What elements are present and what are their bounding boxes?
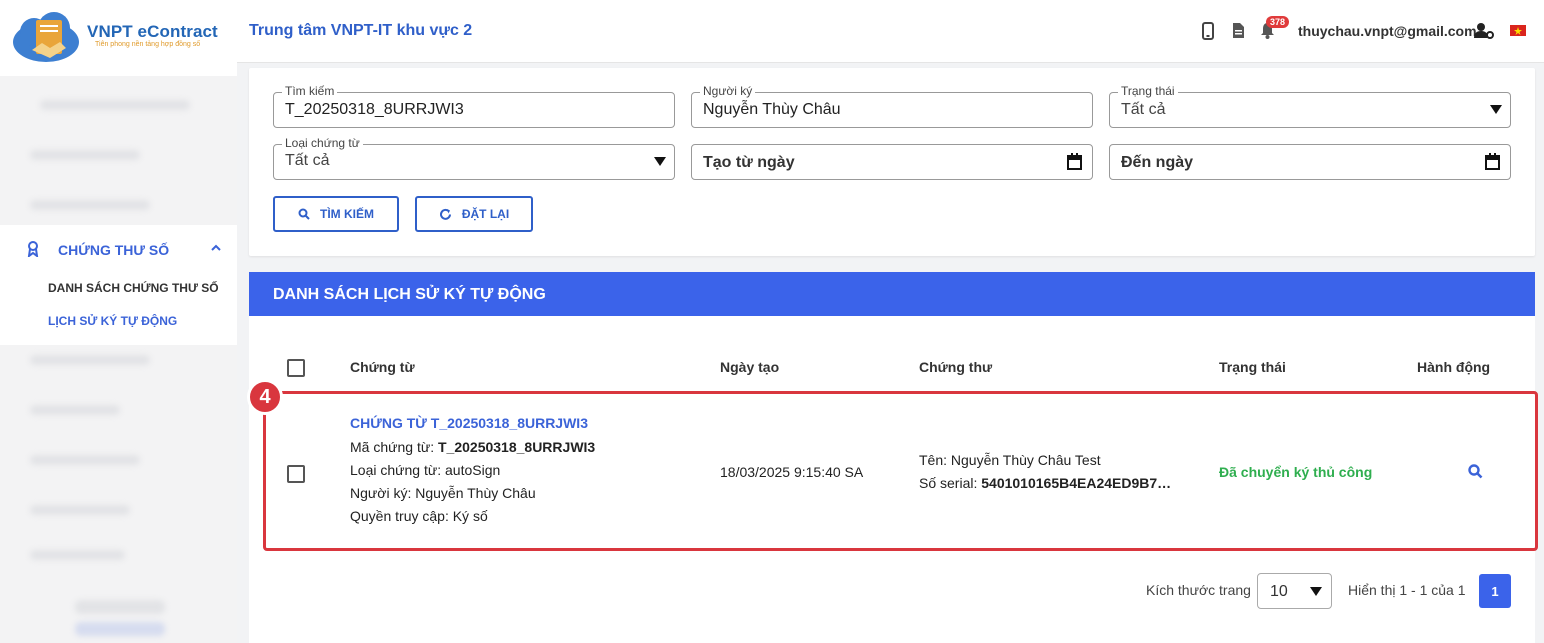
top-bar: Trung tâm VNPT-IT khu vực 2 378 thuychau… [237, 0, 1544, 63]
doc-type-select-label: Loại chứng từ [282, 136, 363, 150]
dropdown-caret-icon [654, 157, 666, 166]
user-settings-icon[interactable] [1474, 22, 1494, 39]
search-button[interactable]: TÌM KIẾM [273, 196, 399, 232]
search-field-label: Tìm kiếm [282, 84, 338, 98]
sidebar-blurred-item[interactable] [30, 200, 150, 210]
chevron-up-icon[interactable] [210, 243, 222, 253]
step-number-badge: 4 [247, 379, 283, 415]
document-icon[interactable] [1232, 22, 1245, 39]
signer-input-value[interactable]: Nguyễn Thùy Châu [703, 101, 841, 119]
doc-type-select[interactable]: Loại chứng từ Tất cả [273, 136, 675, 180]
notification-count-badge: 378 [1266, 16, 1290, 28]
column-header-certificate[interactable]: Chứng thư [919, 359, 992, 375]
sidebar-blurred-item[interactable] [30, 405, 120, 415]
sidebar-blurred-item[interactable] [40, 100, 190, 110]
sidebar-section-certificates[interactable]: CHỨNG THƯ SỐ [0, 240, 237, 258]
column-header-document[interactable]: Chứng từ [350, 359, 415, 375]
column-header-status[interactable]: Trạng thái [1219, 359, 1286, 375]
column-header-created[interactable]: Ngày tạo [720, 359, 779, 375]
sidebar-blurred-item[interactable] [30, 505, 130, 515]
reset-button-label: ĐẶT LẠI [461, 207, 510, 221]
calendar-icon[interactable] [1067, 153, 1082, 170]
user-email[interactable]: thuychau.vnpt@gmail.com [1298, 23, 1477, 39]
sidebar-blurred-item [75, 600, 165, 614]
refresh-icon [439, 208, 451, 220]
from-date-field[interactable]: Tạo từ ngày [691, 144, 1093, 180]
brand-logo[interactable]: VNPT eContract Tiên phong nền tảng hợp đ… [0, 0, 237, 76]
cloud-contract-logo-icon [13, 12, 79, 62]
page-size-value: 10 [1270, 583, 1288, 600]
status-select[interactable]: Trạng thái Tất cả [1109, 84, 1511, 128]
signer-field[interactable]: Người ký Nguyễn Thùy Châu [691, 84, 1093, 128]
certificate-ribbon-icon [27, 241, 39, 257]
mobile-phone-icon[interactable] [1202, 22, 1214, 40]
reset-button[interactable]: ĐẶT LẠI [415, 196, 533, 232]
sidebar-blurred-item [75, 622, 165, 636]
status-select-value: Tất cả [1121, 101, 1166, 118]
search-button-label: TÌM KIẾM [320, 207, 374, 221]
sidebar: VNPT eContract Tiên phong nền tảng hợp đ… [0, 0, 237, 643]
to-date-field[interactable]: Đến ngày [1109, 144, 1511, 180]
select-all-checkbox[interactable] [287, 359, 305, 377]
calendar-icon[interactable] [1485, 153, 1500, 170]
sidebar-blurred-item[interactable] [30, 550, 125, 560]
brand-tagline: Tiên phong nền tảng hợp đồng số [95, 41, 201, 48]
sidebar-blurred-item[interactable] [30, 455, 140, 465]
search-field[interactable]: Tìm kiếm T_20250318_8URRJWI3 [273, 84, 675, 128]
sidebar-blurred-item[interactable] [30, 150, 140, 160]
pagination-summary: Hiển thị 1 - 1 của 1 [1348, 582, 1466, 598]
page-size-select[interactable]: 10 [1257, 573, 1332, 609]
doc-type-select-value: Tất cả [285, 152, 330, 169]
highlight-annotation-box [263, 391, 1538, 551]
from-date-placeholder: Tạo từ ngày [703, 154, 795, 171]
sidebar-item-certificate-list[interactable]: DANH SÁCH CHỨNG THƯ SỐ [48, 281, 219, 295]
history-list-header: DANH SÁCH LỊCH SỬ KÝ TỰ ĐỘNG [249, 272, 1535, 316]
page-size-label: Kích thước trang [1146, 582, 1251, 598]
sidebar-item-auto-sign-history[interactable]: LỊCH SỬ KÝ TỰ ĐỘNG [48, 314, 177, 328]
dropdown-caret-icon [1310, 587, 1322, 596]
column-header-actions: Hành động [1417, 359, 1491, 375]
search-input-value[interactable]: T_20250318_8URRJWI3 [285, 101, 464, 119]
history-list-title: DANH SÁCH LỊCH SỬ KÝ TỰ ĐỘNG [273, 286, 546, 303]
to-date-placeholder: Đến ngày [1121, 154, 1194, 171]
sidebar-blurred-item[interactable] [30, 355, 150, 365]
brand-name: VNPT eContract [87, 22, 218, 41]
search-icon [298, 208, 310, 220]
page-button-current[interactable]: 1 [1479, 574, 1511, 608]
signer-field-label: Người ký [700, 84, 756, 98]
vietnam-flag-icon[interactable] [1510, 25, 1526, 36]
status-select-label: Trạng thái [1118, 84, 1178, 98]
dropdown-caret-icon [1490, 105, 1502, 114]
filter-panel: Tìm kiếm T_20250318_8URRJWI3 Người ký Ng… [249, 68, 1535, 256]
organization-title: Trung tâm VNPT-IT khu vực 2 [249, 22, 473, 39]
sidebar-section-label: CHỨNG THƯ SỐ [58, 242, 170, 258]
